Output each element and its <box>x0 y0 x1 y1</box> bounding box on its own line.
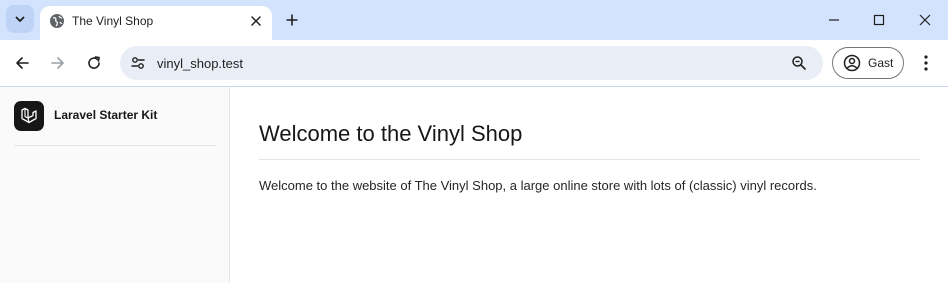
minimize-button[interactable] <box>822 8 846 32</box>
sidebar-divider <box>14 145 216 146</box>
zoom-button[interactable] <box>788 52 810 74</box>
reload-button[interactable] <box>82 51 106 75</box>
tab-title: The Vinyl Shop <box>72 14 154 28</box>
site-settings-icon <box>131 57 145 69</box>
profile-label: Gast <box>868 56 894 70</box>
site-info-button[interactable] <box>126 51 150 75</box>
brand-logo[interactable] <box>14 101 44 131</box>
tab-search-icon <box>15 16 25 22</box>
brand-name[interactable]: Laravel Starter Kit <box>54 108 157 122</box>
forward-arrow-icon <box>51 57 64 69</box>
maximize-button[interactable] <box>867 8 891 32</box>
browser-tab[interactable]: The Vinyl Shop <box>40 6 272 40</box>
title-divider <box>259 159 920 160</box>
sidebar: Laravel Starter Kit <box>0 87 230 283</box>
address-bar-url[interactable]: vinyl_shop.test <box>157 56 243 71</box>
window-close-icon <box>919 14 931 26</box>
zoom-icon <box>792 56 806 70</box>
back-button[interactable] <box>10 51 34 75</box>
forward-button[interactable] <box>46 51 70 75</box>
profile-button[interactable]: Gast <box>832 47 904 79</box>
plus-icon <box>286 14 298 26</box>
intro-text: Welcome to the website of The Vinyl Shop… <box>259 178 817 193</box>
main-content: Welcome to the Vinyl Shop Welcome to the… <box>231 87 948 283</box>
browser-menu-button[interactable] <box>914 51 938 75</box>
browser-tab-strip: The Vinyl Shop <box>0 0 948 40</box>
window-close-button[interactable] <box>913 8 937 32</box>
page-title: Welcome to the Vinyl Shop <box>259 121 523 146</box>
new-tab-button[interactable] <box>280 8 304 32</box>
tab-close-button[interactable] <box>246 11 266 31</box>
tab-search-button[interactable] <box>6 5 34 33</box>
reload-icon <box>88 56 100 69</box>
globe-icon <box>50 14 64 28</box>
browser-toolbar: vinyl_shop.test Gast <box>0 40 948 86</box>
account-circle-icon <box>843 54 861 72</box>
laravel-logo-icon <box>21 107 37 124</box>
address-bar[interactable]: vinyl_shop.test <box>120 46 823 80</box>
web-page: Laravel Starter Kit Welcome to the Vinyl… <box>0 87 948 283</box>
back-arrow-icon <box>16 57 29 69</box>
more-vert-icon <box>924 55 928 71</box>
minimize-icon <box>829 19 839 21</box>
maximize-icon <box>873 14 885 26</box>
close-icon <box>251 16 261 26</box>
